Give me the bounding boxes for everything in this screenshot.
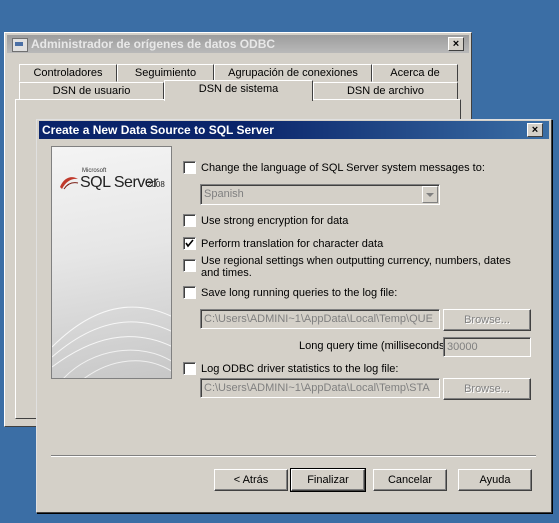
strong-encryption-label: Use strong encryption for data bbox=[201, 215, 349, 227]
long-query-time-field[interactable]: 30000 bbox=[443, 337, 531, 357]
long-queries-checkbox[interactable] bbox=[183, 286, 196, 299]
dialog-close-button[interactable]: × bbox=[527, 123, 543, 137]
browse-odbc-stats-button[interactable]: Browse... bbox=[443, 378, 531, 400]
long-query-time-label: Long query time (milliseconds): bbox=[299, 340, 452, 352]
change-language-checkbox[interactable] bbox=[183, 161, 196, 174]
tab-dsn-archivo[interactable]: DSN de archivo bbox=[313, 82, 458, 100]
language-select-value: Spanish bbox=[204, 188, 244, 200]
browse-long-queries-button[interactable]: Browse... bbox=[443, 309, 531, 331]
odbc-close-button[interactable]: × bbox=[448, 37, 464, 51]
back-button[interactable]: < Atrás bbox=[214, 469, 288, 491]
tab-acerca-de[interactable]: Acerca de bbox=[372, 64, 458, 82]
tab-controladores[interactable]: Controladores bbox=[19, 64, 117, 82]
change-language-label: Change the language of SQL Server system… bbox=[201, 162, 485, 174]
help-button[interactable]: Ayuda bbox=[458, 469, 532, 491]
odbc-stats-checkbox[interactable] bbox=[183, 362, 196, 375]
long-queries-label: Save long running queries to the log fil… bbox=[201, 287, 398, 299]
sql-server-logo-icon bbox=[60, 177, 79, 190]
button-separator bbox=[51, 455, 536, 457]
regional-settings-label: Use regional settings when outputting cu… bbox=[201, 255, 511, 279]
strong-encryption-checkbox[interactable] bbox=[183, 214, 196, 227]
tab-dsn-usuario[interactable]: DSN de usuario bbox=[19, 82, 164, 100]
finish-button[interactable]: Finalizar bbox=[290, 468, 366, 492]
check-mark-icon bbox=[185, 239, 194, 248]
tab-dsn-sistema[interactable]: DSN de sistema bbox=[164, 80, 313, 101]
sql-server-logo-panel: Microsoft SQL Server 2008 bbox=[51, 146, 172, 379]
cancel-button[interactable]: Cancelar bbox=[373, 469, 447, 491]
translation-label: Perform translation for character data bbox=[201, 238, 384, 250]
odbc-stats-path-field[interactable]: C:\Users\ADMINI~1\AppData\Local\Temp\STA bbox=[200, 378, 440, 398]
logo-version: 2008 bbox=[147, 180, 165, 189]
odbc-admin-title: Administrador de orígenes de datos ODBC bbox=[31, 37, 276, 51]
dialog-title: Create a New Data Source to SQL Server bbox=[42, 123, 274, 137]
long-queries-path-field[interactable]: C:\Users\ADMINI~1\AppData\Local\Temp\QUE bbox=[200, 309, 440, 329]
odbc-admin-titlebar[interactable]: Administrador de orígenes de datos ODBC bbox=[7, 35, 469, 53]
odbc-app-icon bbox=[12, 38, 28, 52]
regional-settings-checkbox[interactable] bbox=[183, 259, 196, 272]
dropdown-arrow-button[interactable] bbox=[422, 186, 438, 203]
dialog-titlebar[interactable]: Create a New Data Source to SQL Server bbox=[39, 121, 549, 139]
translation-checkbox[interactable] bbox=[183, 237, 196, 250]
language-select[interactable]: Spanish bbox=[200, 184, 440, 205]
odbc-stats-label: Log ODBC driver statistics to the log fi… bbox=[201, 363, 399, 375]
chevron-down-icon bbox=[426, 193, 434, 197]
